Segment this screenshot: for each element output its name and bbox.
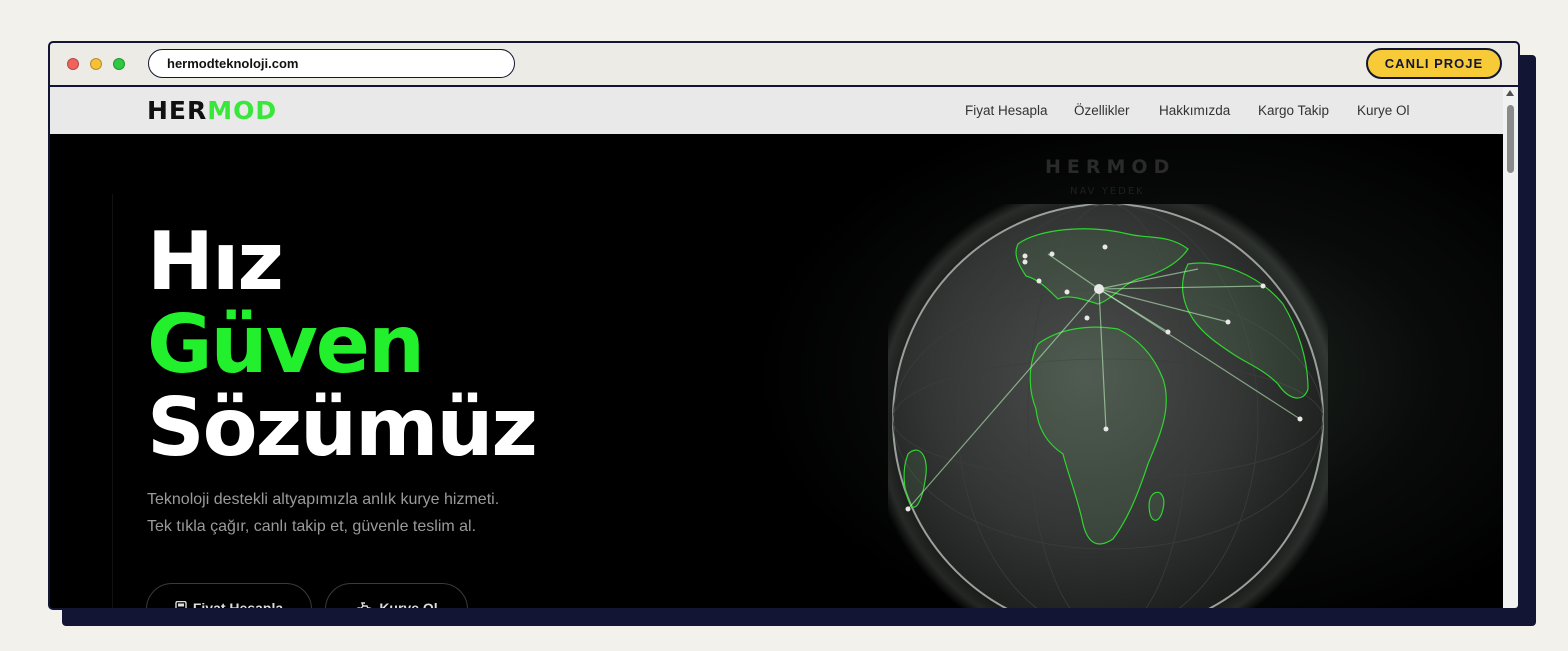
minimize-window-dot[interactable] bbox=[90, 58, 102, 70]
hermod-logo[interactable]: HERMOD bbox=[147, 96, 277, 125]
address-bar[interactable]: hermodteknoloji.com bbox=[148, 49, 515, 78]
hub-point bbox=[1094, 284, 1104, 294]
hero-description-line-2: Tek tıkla çağır, canlı takip et, güvenle… bbox=[147, 518, 477, 535]
scroll-thumb[interactable] bbox=[1507, 105, 1514, 173]
hero-title-line-3: Sözümüz bbox=[147, 381, 538, 474]
globe-illustration bbox=[888, 204, 1328, 608]
close-window-dot[interactable] bbox=[67, 58, 79, 70]
kurye-ol-label: Kurye Ol bbox=[379, 600, 438, 608]
hero-watermark: HERMOD bbox=[1045, 156, 1176, 178]
calculator-icon bbox=[175, 600, 187, 608]
live-project-button[interactable]: CANLI PROJE bbox=[1366, 48, 1502, 79]
hero-divider bbox=[112, 194, 113, 608]
hero-watermark-sub: NAV YEDEK bbox=[1070, 186, 1145, 197]
hero-description-line-1: Teknoloji destekli altyapımızla anlık ku… bbox=[147, 491, 500, 508]
site-navbar: HERMOD Fiyat Hesapla Özellikler Hakkımız… bbox=[50, 87, 1503, 134]
kurye-ol-button[interactable]: Kurye Ol bbox=[325, 583, 468, 608]
fiyat-hesapla-button[interactable]: Fiyat Hesapla bbox=[146, 583, 312, 608]
hero-title-line-2: Güven bbox=[147, 298, 425, 391]
nav-item-ozellikler[interactable]: Özellikler bbox=[1074, 103, 1130, 118]
hero-section: HERMOD NAV YEDEK Hız Güven Sözümüz Tekno… bbox=[50, 134, 1503, 608]
fiyat-hesapla-label: Fiyat Hesapla bbox=[192, 600, 284, 608]
browser-window: hermodteknoloji.com CANLI PROJE HERMOD F… bbox=[48, 41, 1520, 610]
nav-item-hakkimizda[interactable]: Hakkımızda bbox=[1159, 103, 1230, 118]
maximize-window-dot[interactable] bbox=[113, 58, 125, 70]
nav-item-kargo-takip[interactable]: Kargo Takip bbox=[1258, 103, 1329, 118]
page-scrollbar[interactable] bbox=[1503, 87, 1518, 608]
courier-icon bbox=[357, 602, 372, 608]
scroll-up-arrow-icon[interactable] bbox=[1506, 90, 1514, 96]
hero-title-line-1: Hız bbox=[147, 215, 284, 308]
browser-toolbar: hermodteknoloji.com CANLI PROJE bbox=[50, 43, 1518, 87]
nav-item-kurye-ol[interactable]: Kurye Ol bbox=[1357, 103, 1410, 118]
nav-item-fiyat-hesapla[interactable]: Fiyat Hesapla bbox=[965, 103, 1048, 118]
